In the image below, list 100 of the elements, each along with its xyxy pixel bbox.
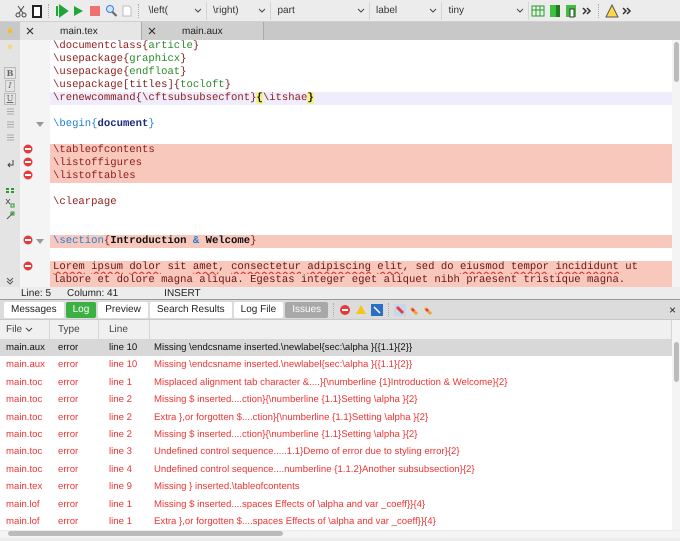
close-button[interactable]: × <box>668 304 676 316</box>
scissors-icon[interactable] <box>14 4 28 18</box>
table-cell-text: line 10 <box>108 358 138 372</box>
caret-icon <box>194 8 202 14</box>
warning-icon[interactable] <box>604 4 618 18</box>
dropdown[interactable]: \right) <box>209 2 271 20</box>
edit-mode: INSERT <box>164 286 201 300</box>
table-cell-text: Undefined control sequence.....1.1}Demo of error due to styling error}{2} <box>153 445 461 460</box>
file-tab[interactable]: main.tex <box>20 22 142 40</box>
table-cell-text: error <box>57 445 80 460</box>
grid-marks-icon[interactable] <box>5 186 15 194</box>
table-cell-text: Missing } inserted.\tableofcontents <box>153 480 301 494</box>
magnifier-icon[interactable] <box>104 4 118 18</box>
log-row[interactable]: main.aux error line 10 Missing \endcsname inserted.\newlabel{sec:\alpha }{{1.1}{2}} <box>0 339 672 356</box>
marker-pen-icon[interactable] <box>392 302 408 318</box>
return-icon[interactable] <box>6 159 14 168</box>
table-cell-text: error <box>57 462 80 477</box>
file-tab[interactable]: main.aux <box>142 22 264 40</box>
table-cell-text: main.toc <box>5 410 44 425</box>
dropdown[interactable]: part <box>274 2 370 20</box>
italic-button[interactable]: I <box>5 80 15 92</box>
error-marker-icon[interactable] <box>23 157 33 168</box>
table-cell-text: Missing $ inserted....spaces Effects of \alpha and var _coeff}}{4} <box>153 498 426 512</box>
table-cell-text: Undefined control sequence....numberline {1.1.2}Another subsubsection}{2} <box>153 462 476 477</box>
table-cell-text: main.aux <box>5 341 46 355</box>
column-header[interactable]: File <box>6 320 22 339</box>
table-cell-text: Misplaced alignment tab character &....}{\numberline {1}Introduction & Welcome}{2} <box>153 376 508 390</box>
cursor-column: Column: 41 <box>67 286 118 300</box>
table-cell-text: line 2 <box>108 410 133 425</box>
code-line: \usepackage{endfloat} <box>52 66 188 79</box>
table-cell-text: main.lof <box>5 498 41 512</box>
dropdown[interactable]: label <box>372 2 442 20</box>
scrollbar-thumb[interactable] <box>8 531 283 536</box>
panel-tab[interactable]: Preview <box>98 302 148 318</box>
table-cell-text: Extra },or forgotten $....spaces Effects of \alpha and var _coeff}}{4} <box>153 514 437 529</box>
badbox-icon[interactable] <box>369 302 386 318</box>
table-cell-text: error <box>57 498 80 512</box>
close-icon[interactable] <box>148 27 156 35</box>
fold-arrow-icon[interactable] <box>36 122 44 128</box>
subscript-icon[interactable] <box>5 198 15 208</box>
status-dot-icon <box>7 28 13 34</box>
table-cell-text: error <box>57 480 80 494</box>
caret-icon[interactable] <box>24 326 33 332</box>
log-row[interactable]: main.lof error line 1 Extra },or forgotten $....spaces Effects of \alpha and var _coeff}}{4} <box>0 512 672 530</box>
table-cell-text: main.aux <box>5 358 46 372</box>
table-cell-text: line 10 <box>108 341 138 355</box>
log-row[interactable]: main.toc error line 2 Missing $ inserted....ction}{\numberline {1.1}Setting \alpha }{2} <box>0 426 672 444</box>
chevrons-icon[interactable] <box>621 4 633 16</box>
code-line: \usepackage[titles]{tocloft} <box>52 79 232 92</box>
resize-icon[interactable] <box>5 210 15 220</box>
log-row[interactable]: main.toc error line 1 Misplaced alignment tab character &....}{\numberline {1}Introduction & Welcome}{2} <box>0 374 672 392</box>
panel-tab[interactable]: Messages <box>4 302 64 318</box>
build-and-view-icon[interactable] <box>54 4 68 18</box>
error-marker-icon[interactable] <box>23 235 33 246</box>
scrollbar-thumb[interactable] <box>674 42 678 82</box>
chevrons-down-icon[interactable] <box>6 276 14 284</box>
close-icon[interactable] <box>26 27 34 35</box>
log-row[interactable]: main.lof error line 1 Missing $ inserted....spaces Effects of \alpha and var _coeff}}{4} <box>0 496 672 513</box>
table-cell-text: main.tex <box>5 480 44 494</box>
table-cell-text: main.toc <box>5 445 44 460</box>
log-row[interactable]: main.toc error line 2 Extra },or forgotten $....ction}{\numberline {1.1}Setting \alpha }{2} <box>0 408 672 426</box>
play-icon[interactable] <box>71 4 85 18</box>
table-cell-text: error <box>57 428 80 442</box>
table-cell-text: line 9 <box>108 480 133 494</box>
dropdown[interactable]: tiny <box>444 2 528 20</box>
table-cell-text: main.toc <box>5 393 44 408</box>
table-cell-text: line 1 <box>108 498 133 512</box>
scrollbar-thumb[interactable] <box>674 342 678 382</box>
error-marker-icon[interactable] <box>23 144 33 154</box>
chevrons-icon[interactable] <box>580 4 592 16</box>
error-marker-icon[interactable] <box>23 261 33 272</box>
table-cell-text: main.toc <box>5 376 44 390</box>
column-header[interactable]: Type <box>58 320 80 339</box>
log-row[interactable]: main.toc error line 2 Missing $ inserted....ction}{\numberline {1.1}Setting \alpha }{2} <box>0 391 672 409</box>
table-cell-text: Extra },or forgotten $....ction}{\numberline {1.1}Setting \alpha }{2} <box>153 410 430 425</box>
panel-tab[interactable]: Log File <box>234 302 284 318</box>
log-row[interactable]: main.toc error line 4 Undefined control sequence....numberline {1.1.2}Another subsubsection}{2} <box>0 460 672 478</box>
code-line: \begin{document} <box>52 118 156 131</box>
table-cell-text: error <box>57 376 80 390</box>
table-cell-text: error <box>57 514 80 529</box>
fold-arrow-icon[interactable] <box>36 238 44 244</box>
log-row[interactable]: main.toc error line 3 Undefined control sequence.....1.1}Demo of error due to styling error}{2} <box>0 443 672 461</box>
underline-button[interactable]: U <box>4 92 16 104</box>
dropdown[interactable]: \left( <box>144 2 206 20</box>
clipboard-icon[interactable] <box>30 4 42 18</box>
table-cell-text: Missing \endcsname inserted.\newlabel{sec:\alpha }{{1.1}{2}} <box>153 341 414 355</box>
table-cell-text: main.lof <box>5 514 41 529</box>
column-icon[interactable] <box>564 4 578 18</box>
table-cell-text: error <box>57 358 80 372</box>
error-marker-icon[interactable] <box>23 170 33 180</box>
log-row[interactable]: main.aux error line 10 Missing \endcsname inserted.\newlabel{sec:\alpha }{{1.1}{2}} <box>0 356 672 374</box>
bold-button[interactable]: B <box>4 66 16 78</box>
column-header[interactable]: Line <box>109 320 128 339</box>
table-grid-icon[interactable] <box>531 4 545 18</box>
table-cell-text: line 4 <box>108 462 133 477</box>
caret-icon <box>429 8 437 14</box>
log-row[interactable]: main.tex error line 9 Missing } inserted.\tableofcontents <box>0 478 672 496</box>
stop-icon[interactable] <box>88 4 102 18</box>
panel-tab[interactable]: Search Results <box>150 302 232 318</box>
table-cell-text: Missing $ inserted....ction}{\numberline {1.1}Setting \alpha }{2} <box>153 428 418 442</box>
